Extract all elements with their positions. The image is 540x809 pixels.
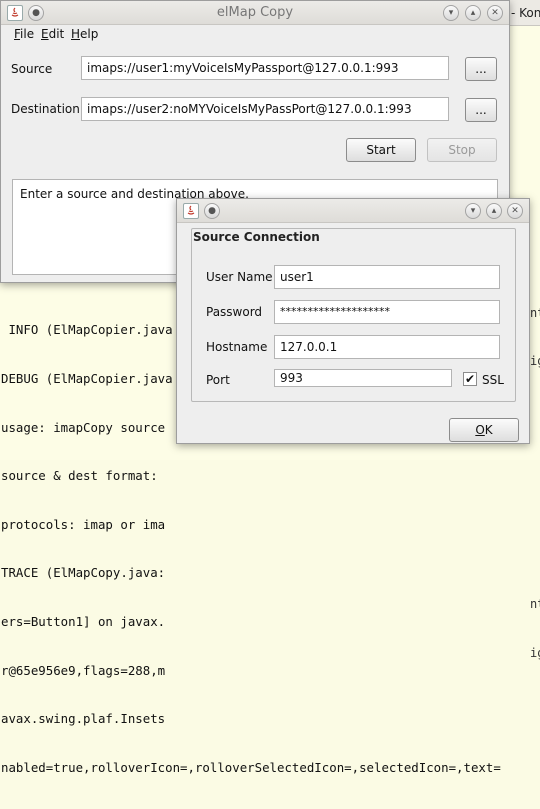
- username-label: User Name: [206, 270, 273, 284]
- stop-button[interactable]: Stop: [427, 138, 497, 162]
- terminal-line: ers=Button1] on javax.: [1, 614, 166, 630]
- menu-help[interactable]: Help: [71, 27, 98, 41]
- close-icon[interactable]: ✕: [487, 5, 503, 21]
- window-title: elMap Copy: [216, 5, 294, 20]
- terminal-side-line: nt: [530, 597, 540, 612]
- source-label: Source: [11, 62, 53, 76]
- username-input[interactable]: user1: [274, 265, 500, 289]
- terminal-side-line: ig: [530, 354, 540, 369]
- destination-input[interactable]: imaps://user2:noMYVoiceIsMyPassPort@127.…: [81, 97, 449, 121]
- group-title: Source Connection: [193, 230, 320, 244]
- java-app-icon[interactable]: [183, 203, 199, 219]
- terminal-side-line: ig: [530, 646, 540, 661]
- ok-button[interactable]: OK: [449, 418, 519, 442]
- dialog-titlebar[interactable]: ● ▾ ▴ ✕: [177, 199, 529, 223]
- password-label: Password: [206, 305, 263, 319]
- terminal-side-line: nt: [530, 305, 540, 320]
- hostname-input[interactable]: 127.0.0.1: [274, 335, 500, 359]
- source-browse-button[interactable]: ...: [465, 57, 497, 81]
- checkmark-icon: ✔: [464, 372, 476, 386]
- dialog-close-icon[interactable]: ✕: [507, 203, 523, 219]
- hostname-label: Hostname: [206, 340, 268, 354]
- menu-edit[interactable]: Edit: [41, 27, 64, 41]
- terminal-line: nabled=true,rolloverIcon=,rolloverSelect…: [1, 759, 501, 775]
- dialog-menu-icon[interactable]: ●: [204, 203, 220, 219]
- port-input[interactable]: 993: [274, 369, 452, 387]
- destination-browse-button[interactable]: ...: [465, 98, 497, 122]
- terminal-line: r@65e956e9,flags=288,m: [1, 662, 166, 678]
- start-button[interactable]: Start: [346, 138, 416, 162]
- minimize-icon[interactable]: ▾: [443, 5, 459, 21]
- ssl-label: SSL: [482, 373, 504, 387]
- dialog-maximize-icon[interactable]: ▴: [486, 203, 502, 219]
- maximize-icon[interactable]: ▴: [465, 5, 481, 21]
- terminal-line: avax.swing.plaf.Insets: [1, 711, 166, 727]
- ssl-checkbox[interactable]: ✔: [463, 372, 477, 386]
- menu-file[interactable]: File: [14, 27, 34, 41]
- source-input[interactable]: imaps://user1:myVoiceIsMyPassport@127.0.…: [81, 56, 449, 80]
- terminal-side-text: nt ig nt ig: [530, 240, 540, 694]
- dialog-minimize-icon[interactable]: ▾: [465, 203, 481, 219]
- terminal-line: source & dest format:: [1, 468, 166, 484]
- window-titlebar[interactable]: ● elMap Copy ▾ ▴ ✕: [1, 1, 509, 25]
- terminal-title: - Kon: [511, 6, 540, 20]
- destination-label: Destination: [11, 102, 80, 116]
- port-label: Port: [206, 373, 230, 387]
- terminal-line: TRACE (ElMapCopy.java:: [1, 565, 166, 581]
- terminal-line: protocols: imap or ima: [1, 516, 166, 532]
- source-connection-dialog: ● ▾ ▴ ✕ Source Connection User Name user…: [176, 198, 530, 444]
- password-input[interactable]: ********************: [274, 300, 500, 324]
- menu-bar: File Edit Help: [1, 26, 509, 44]
